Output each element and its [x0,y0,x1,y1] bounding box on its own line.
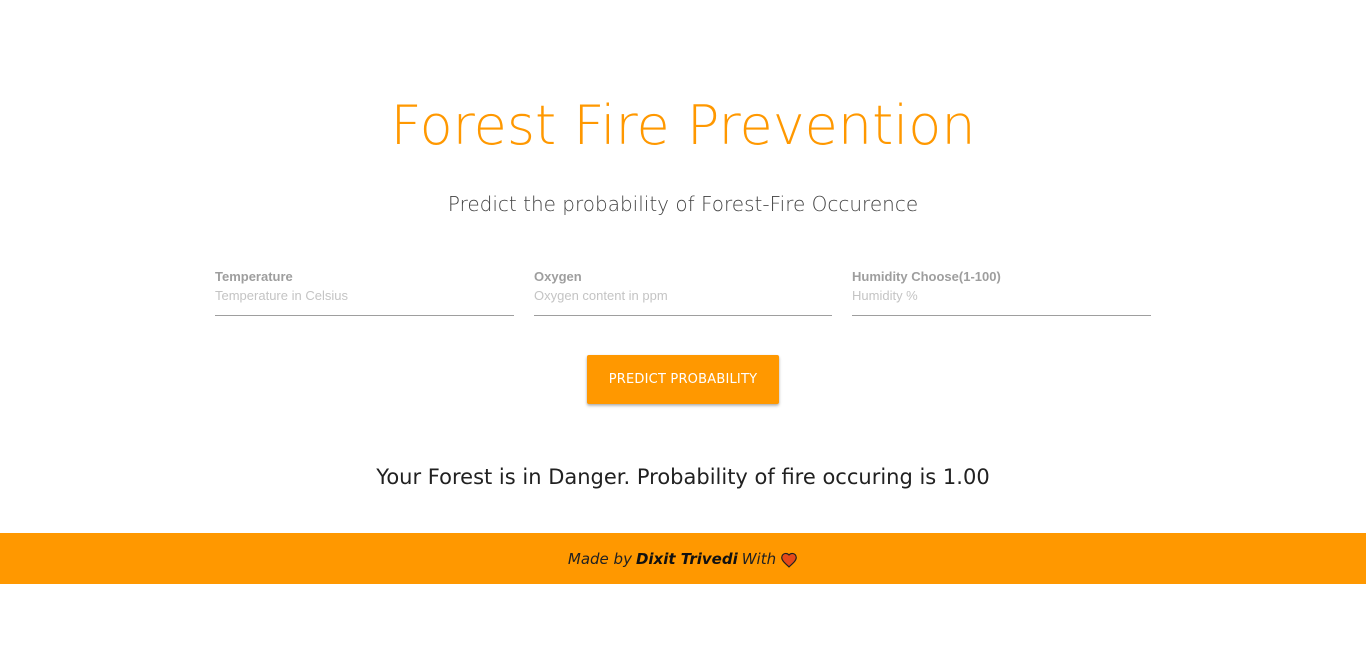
oxygen-input[interactable] [534,286,832,316]
footer: Made by Dixit Trivedi With [0,533,1366,584]
prediction-result: Your Forest is in Danger. Probability of… [376,465,990,489]
page-subtitle: Predict the probability of Forest-Fire O… [447,192,919,216]
footer-suffix: With [741,549,777,568]
oxygen-label: Oxygen [534,269,582,284]
oxygen-field: Oxygen [534,268,832,318]
humidity-input[interactable] [852,286,1151,316]
footer-author: Dixit Trivedi [635,549,738,568]
heart-icon [780,552,798,568]
temperature-input[interactable] [215,286,514,316]
temperature-field: Temperature [215,268,514,318]
page: Forest Fire Prevention Predict the proba… [0,0,1366,667]
page-title: Forest Fire Prevention [390,94,976,157]
humidity-field: Humidity Choose(1-100) [852,268,1151,318]
humidity-label: Humidity Choose(1-100) [852,269,1001,284]
predict-probability-button[interactable]: Predict Probability [587,355,779,404]
temperature-label: Temperature [215,269,293,284]
footer-prefix: Made by [567,549,632,568]
